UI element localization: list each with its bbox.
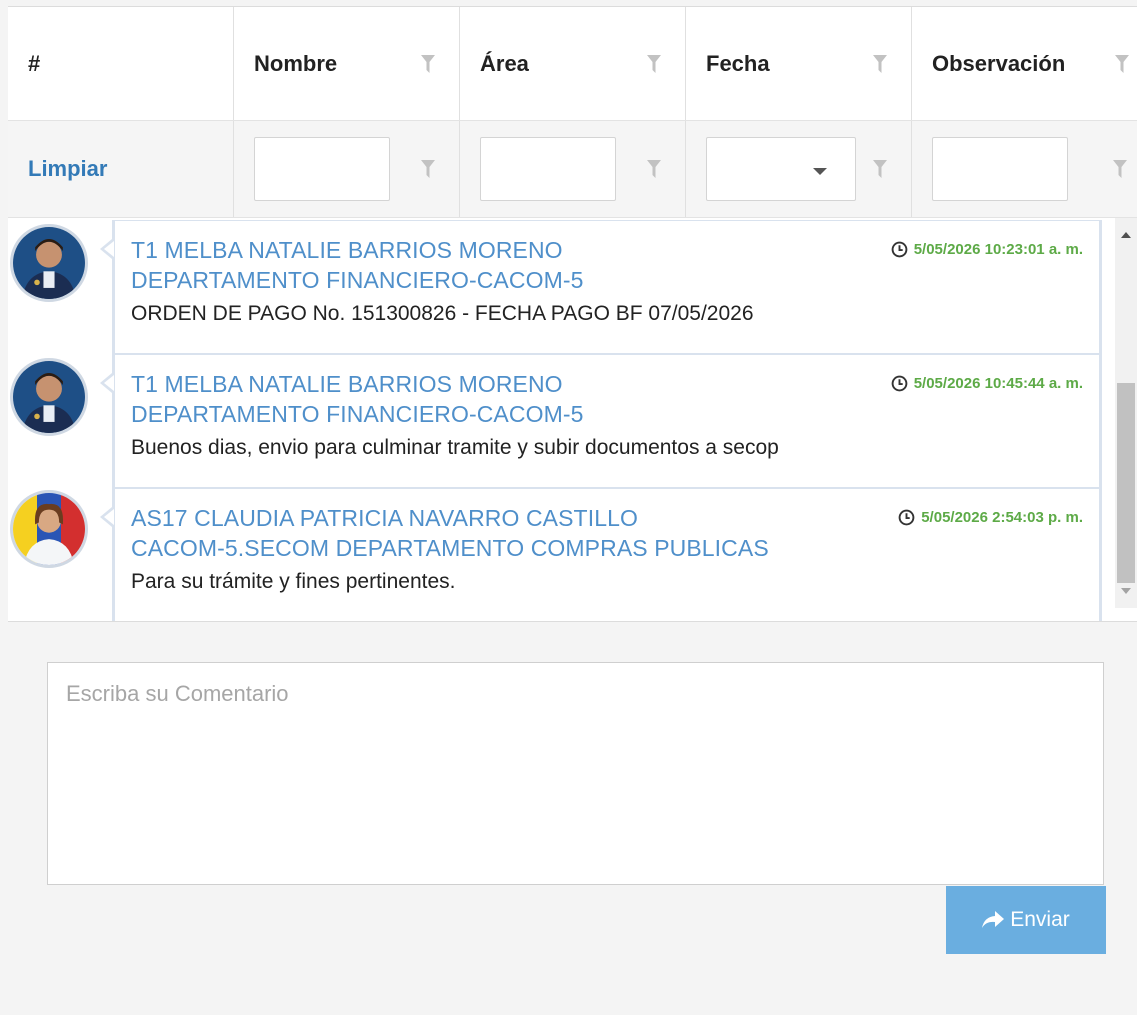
comment-timestamp: 5/05/2026 2:54:03 p. m. bbox=[898, 509, 1083, 526]
grid-header-row: # Nombre Área Fecha Observación bbox=[8, 7, 1137, 121]
column-header-observacion[interactable]: Observación bbox=[912, 7, 1137, 120]
comment-department: DEPARTAMENTO FINANCIERO-CACOM-5 bbox=[131, 401, 584, 427]
comment-department: DEPARTAMENTO FINANCIERO-CACOM-5 bbox=[131, 267, 584, 293]
column-header-label: Observación bbox=[932, 50, 1066, 76]
vertical-scrollbar[interactable] bbox=[1115, 218, 1137, 608]
scroll-down-arrow-icon[interactable] bbox=[1121, 588, 1131, 594]
caret-down-icon bbox=[813, 168, 827, 175]
comment-item: T1 MELBA NATALIE BARRIOS MORENO DEPARTAM… bbox=[8, 220, 1118, 354]
filter-cell-observacion bbox=[912, 121, 1137, 217]
comment-textarea[interactable] bbox=[47, 662, 1104, 885]
scroll-up-arrow-icon[interactable] bbox=[1121, 232, 1131, 238]
column-header-label: # bbox=[28, 50, 41, 76]
comment-thread: T1 MELBA NATALIE BARRIOS MORENO DEPARTAM… bbox=[8, 218, 1137, 622]
data-grid: # Nombre Área Fecha Observación Limpiar bbox=[8, 6, 1137, 218]
filter-icon[interactable] bbox=[873, 160, 887, 178]
filter-input-observacion[interactable] bbox=[932, 137, 1068, 201]
comment-bubble: T1 MELBA NATALIE BARRIOS MORENO DEPARTAM… bbox=[100, 354, 1102, 488]
clock-icon bbox=[891, 241, 908, 258]
filter-input-area[interactable] bbox=[480, 137, 616, 201]
filter-cell-area bbox=[460, 121, 686, 217]
timestamp-text: 5/05/2026 10:23:01 a. m. bbox=[913, 241, 1083, 258]
clock-icon bbox=[898, 509, 915, 526]
avatar-photo bbox=[13, 227, 85, 299]
scrollbar-thumb[interactable] bbox=[1117, 383, 1135, 583]
avatar-photo bbox=[13, 493, 85, 565]
avatar bbox=[10, 358, 88, 436]
avatar bbox=[10, 224, 88, 302]
filter-icon[interactable] bbox=[421, 54, 435, 73]
column-header-label: Área bbox=[480, 50, 529, 76]
clock-icon bbox=[891, 375, 908, 392]
comment-department: CACOM-5.SECOM DEPARTAMENTO COMPRAS PUBLI… bbox=[131, 535, 769, 561]
column-header-nombre[interactable]: Nombre bbox=[234, 7, 460, 120]
column-header-label: Fecha bbox=[706, 50, 770, 76]
column-header-fecha[interactable]: Fecha bbox=[686, 7, 912, 120]
comment-text: Para su trámite y fines pertinentes. bbox=[131, 570, 456, 593]
avatar bbox=[10, 490, 88, 568]
avatar-photo bbox=[13, 361, 85, 433]
filter-cell-fecha bbox=[686, 121, 912, 217]
share-arrow-icon bbox=[982, 911, 1005, 928]
comment-timestamp: 5/05/2026 10:23:01 a. m. bbox=[891, 241, 1083, 258]
filter-icon[interactable] bbox=[873, 54, 887, 73]
column-header-label: Nombre bbox=[254, 50, 338, 76]
comment-text: ORDEN DE PAGO No. 151300826 - FECHA PAGO… bbox=[131, 302, 754, 325]
comment-item: T1 MELBA NATALIE BARRIOS MORENO DEPARTAM… bbox=[8, 354, 1118, 488]
clear-filters-link[interactable]: Limpiar bbox=[28, 156, 107, 182]
comment-bubble: AS17 CLAUDIA PATRICIA NAVARRO CASTILLO C… bbox=[100, 488, 1102, 621]
column-header-index[interactable]: # bbox=[8, 7, 234, 120]
comment-text: Buenos dias, envio para culminar tramite… bbox=[131, 436, 779, 459]
filter-icon[interactable] bbox=[647, 54, 661, 73]
grid-filter-row: Limpiar bbox=[8, 121, 1137, 218]
filter-cell-index: Limpiar bbox=[8, 121, 234, 217]
filter-date-select[interactable] bbox=[706, 137, 856, 201]
filter-cell-nombre bbox=[234, 121, 460, 217]
filter-icon[interactable] bbox=[421, 160, 435, 178]
filter-icon[interactable] bbox=[1115, 54, 1129, 73]
comment-bubble: T1 MELBA NATALIE BARRIOS MORENO DEPARTAM… bbox=[100, 220, 1102, 354]
timestamp-text: 5/05/2026 2:54:03 p. m. bbox=[921, 509, 1083, 526]
comment-timestamp: 5/05/2026 10:45:44 a. m. bbox=[891, 375, 1083, 392]
column-header-area[interactable]: Área bbox=[460, 7, 686, 120]
send-button-label: Enviar bbox=[1010, 908, 1070, 931]
send-button[interactable]: Enviar bbox=[946, 886, 1106, 954]
comment-item: AS17 CLAUDIA PATRICIA NAVARRO CASTILLO C… bbox=[8, 488, 1118, 621]
filter-input-nombre[interactable] bbox=[254, 137, 390, 201]
timestamp-text: 5/05/2026 10:45:44 a. m. bbox=[913, 375, 1083, 392]
filter-icon[interactable] bbox=[1113, 160, 1127, 178]
filter-icon[interactable] bbox=[647, 160, 661, 178]
